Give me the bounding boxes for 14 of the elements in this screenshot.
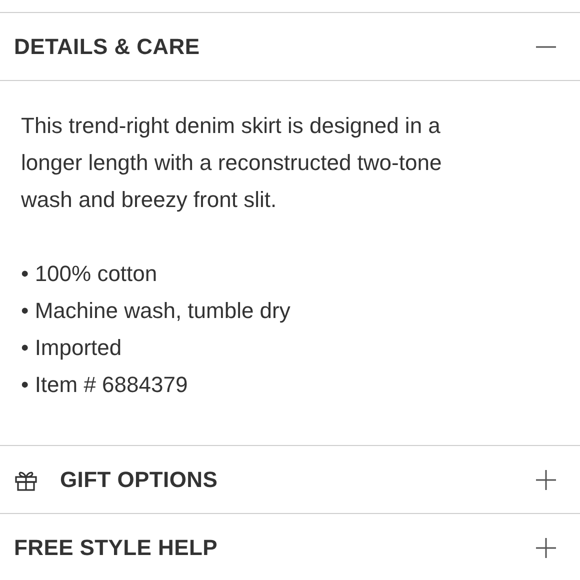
minus-icon	[536, 46, 556, 48]
plus-icon	[536, 470, 556, 490]
bullet-item: • Machine wash, tumble dry	[21, 297, 292, 325]
section-header[interactable]: FREE STYLE HELP	[0, 514, 580, 580]
description-text: This trend-right denim skirt is designed in a longer length with a reconstructed two-tone wash and breezy front slit.	[21, 112, 443, 214]
bullet-item: • Item # 6884379	[21, 371, 189, 399]
section-header[interactable]: DETAILS & CARE	[0, 13, 580, 80]
plus-icon	[536, 538, 556, 558]
bullet-item: • Imported	[21, 334, 123, 362]
section-title: DETAILS & CARE	[14, 33, 200, 61]
bullet-item: • 100% cotton	[21, 260, 158, 288]
section-title: GIFT OPTIONS	[60, 466, 218, 494]
section-title: FREE STYLE HELP	[14, 534, 218, 562]
section-header[interactable]: GIFT OPTIONS	[0, 446, 580, 513]
